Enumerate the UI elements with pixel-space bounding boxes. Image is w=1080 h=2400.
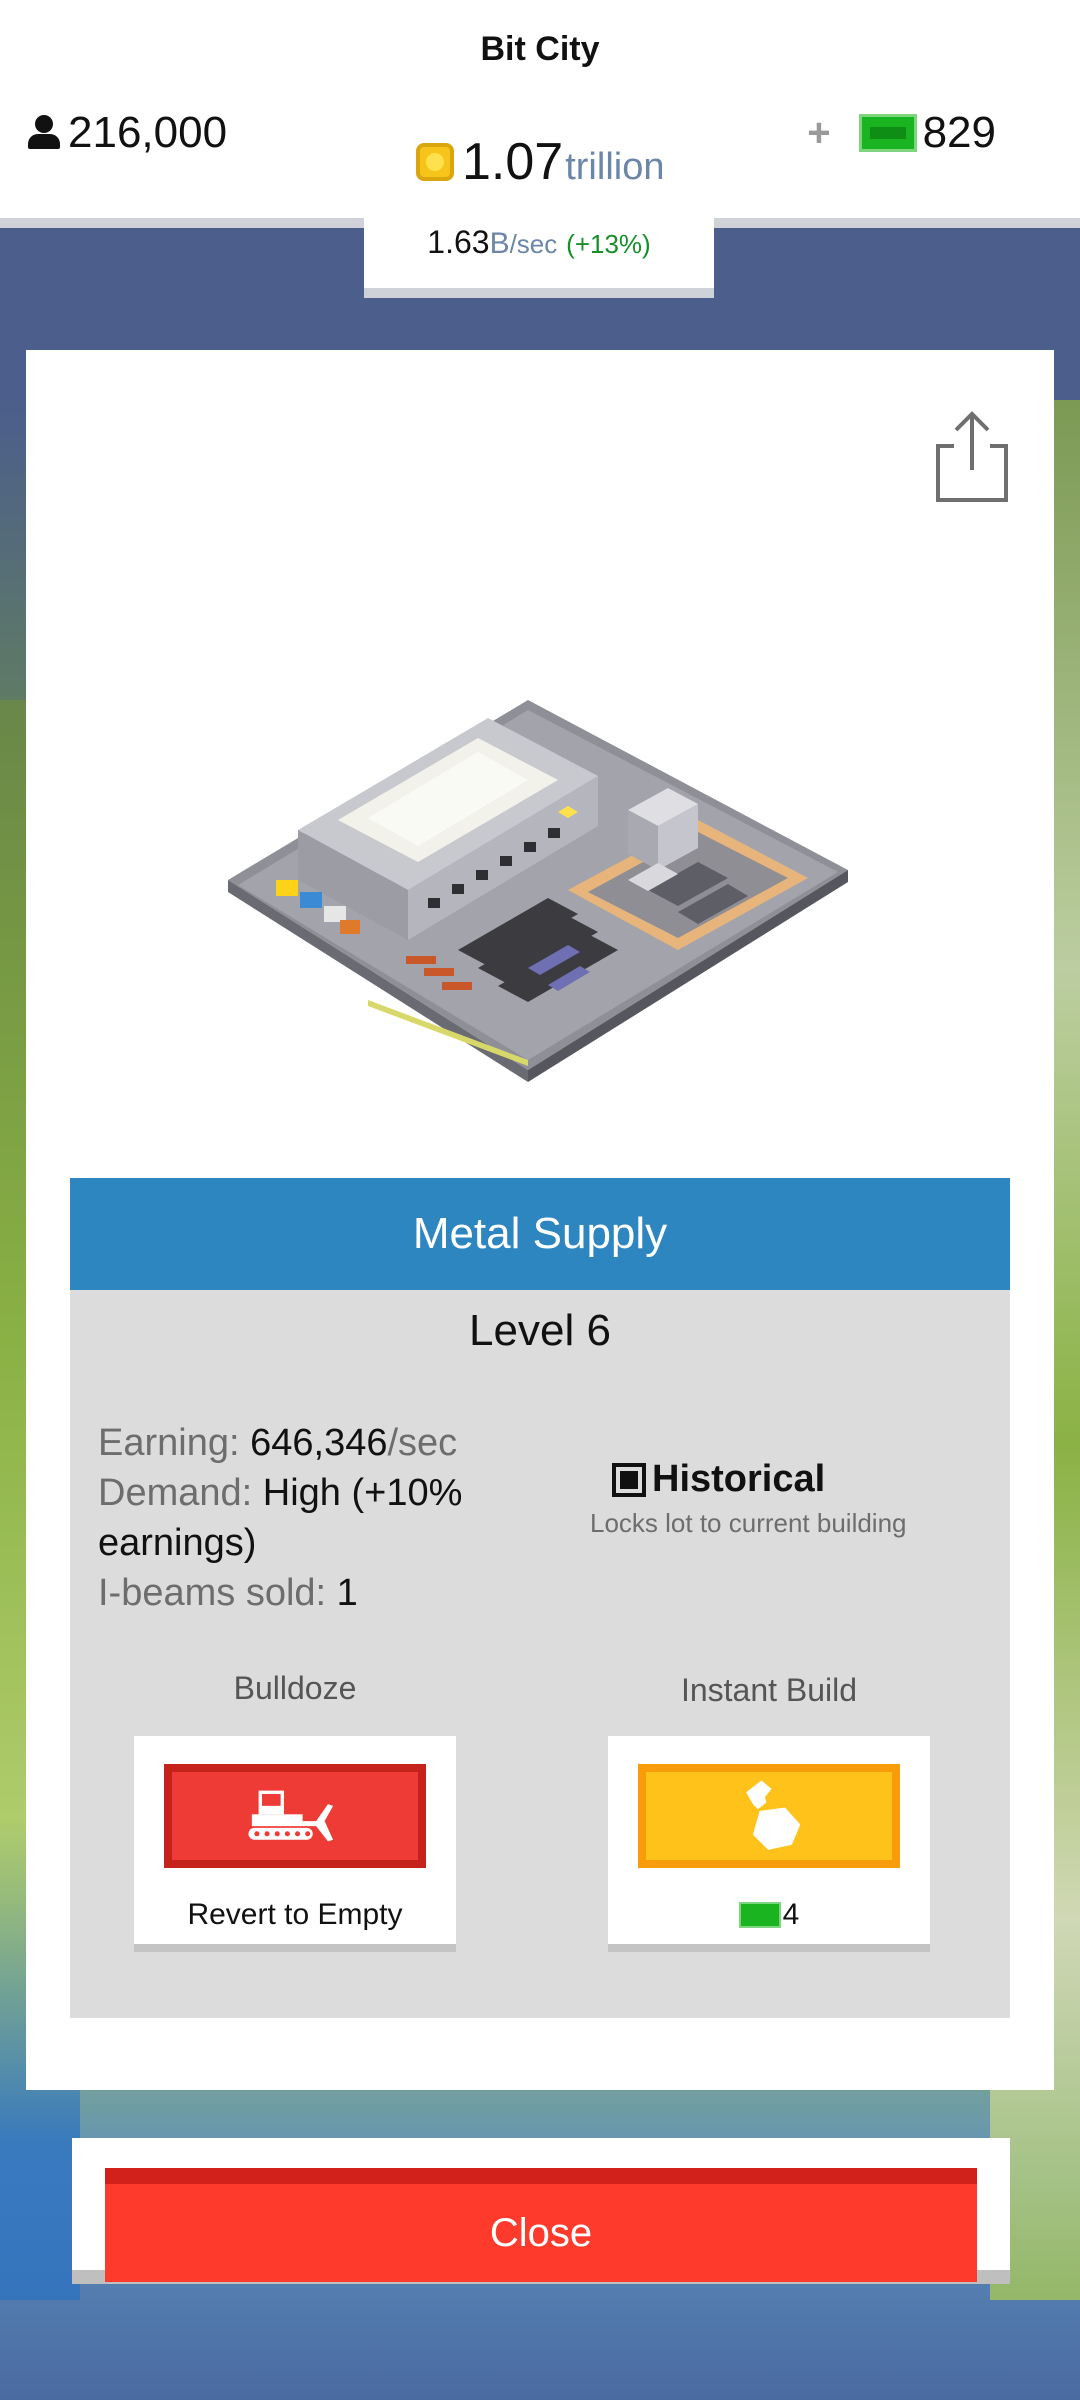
demand-row-continued: earnings) (98, 1522, 257, 1564)
money-value: 1.07 (462, 133, 564, 191)
historical-description: Locks lot to current building (590, 1508, 907, 1538)
hammer-icon (746, 1780, 801, 1850)
building-stats: Earning: 646,346/sec Demand: High (+10% … (98, 1418, 518, 1618)
bulldoze-icon-button[interactable] (164, 1764, 426, 1868)
sold-value: 1 (336, 1572, 358, 1614)
demand-value: High (+10% (262, 1472, 463, 1514)
cash-counter[interactable]: + 829 (807, 108, 996, 158)
income-rate-tab-shadow (364, 288, 714, 298)
building-level: Level 6 (469, 1306, 611, 1355)
population-value: 216,000 (68, 108, 228, 157)
instant-build-button[interactable]: 4 (608, 1736, 930, 1944)
bulldozer-icon (248, 1790, 334, 1842)
population-counter: 216,000 (26, 108, 227, 158)
checkbox-icon[interactable] (612, 1462, 646, 1497)
coin-icon (416, 143, 454, 181)
earning-row: Earning: 646,346/sec (98, 1418, 518, 1468)
instant-build-label: Instant Build (680, 1672, 858, 1708)
bulldoze-button[interactable]: Revert to Empty (134, 1736, 456, 1944)
money-counter: 1.07 trillion (416, 132, 664, 192)
sold-row: I-beams sold: 1 (98, 1568, 518, 1618)
historical-label: Historical (652, 1458, 826, 1500)
rate-value: 1.63 (427, 224, 490, 260)
bulldoze-caption: Revert to Empty (187, 1898, 403, 1931)
money-unit: trillion (565, 146, 665, 188)
cash-icon (858, 114, 917, 152)
bulldoze-label: Bulldoze (233, 1670, 357, 1706)
earning-unit: /sec (387, 1422, 458, 1464)
cash-icon (738, 1902, 781, 1928)
historical-toggle[interactable]: Historical (612, 1458, 825, 1501)
rate-change: (+13%) (566, 229, 651, 259)
income-rate: 1.63B/sec (+13%) (364, 224, 714, 261)
building-name: Metal Supply (70, 1178, 1010, 1290)
person-icon (26, 115, 62, 151)
cash-value: 829 (922, 108, 996, 157)
instant-build-cost-value: 4 (782, 1898, 800, 1931)
demand-label: Demand: (98, 1472, 253, 1514)
app-title: Bit City (480, 30, 600, 68)
sold-label: I-beams sold: (98, 1572, 327, 1614)
earning-value: 646,346 (250, 1422, 388, 1464)
add-cash-icon[interactable]: + (807, 111, 830, 156)
rate-per: /sec (509, 229, 558, 259)
demand-row: Demand: High (+10% (98, 1468, 518, 1518)
building-image (228, 700, 848, 1082)
share-icon[interactable] (934, 408, 1010, 504)
earning-label: Earning: (98, 1422, 240, 1464)
close-button[interactable]: Close (105, 2168, 977, 2282)
rate-unit: B (489, 227, 510, 260)
instant-build-icon-button[interactable] (638, 1764, 900, 1868)
instant-build-cost: 4 (608, 1898, 930, 1932)
